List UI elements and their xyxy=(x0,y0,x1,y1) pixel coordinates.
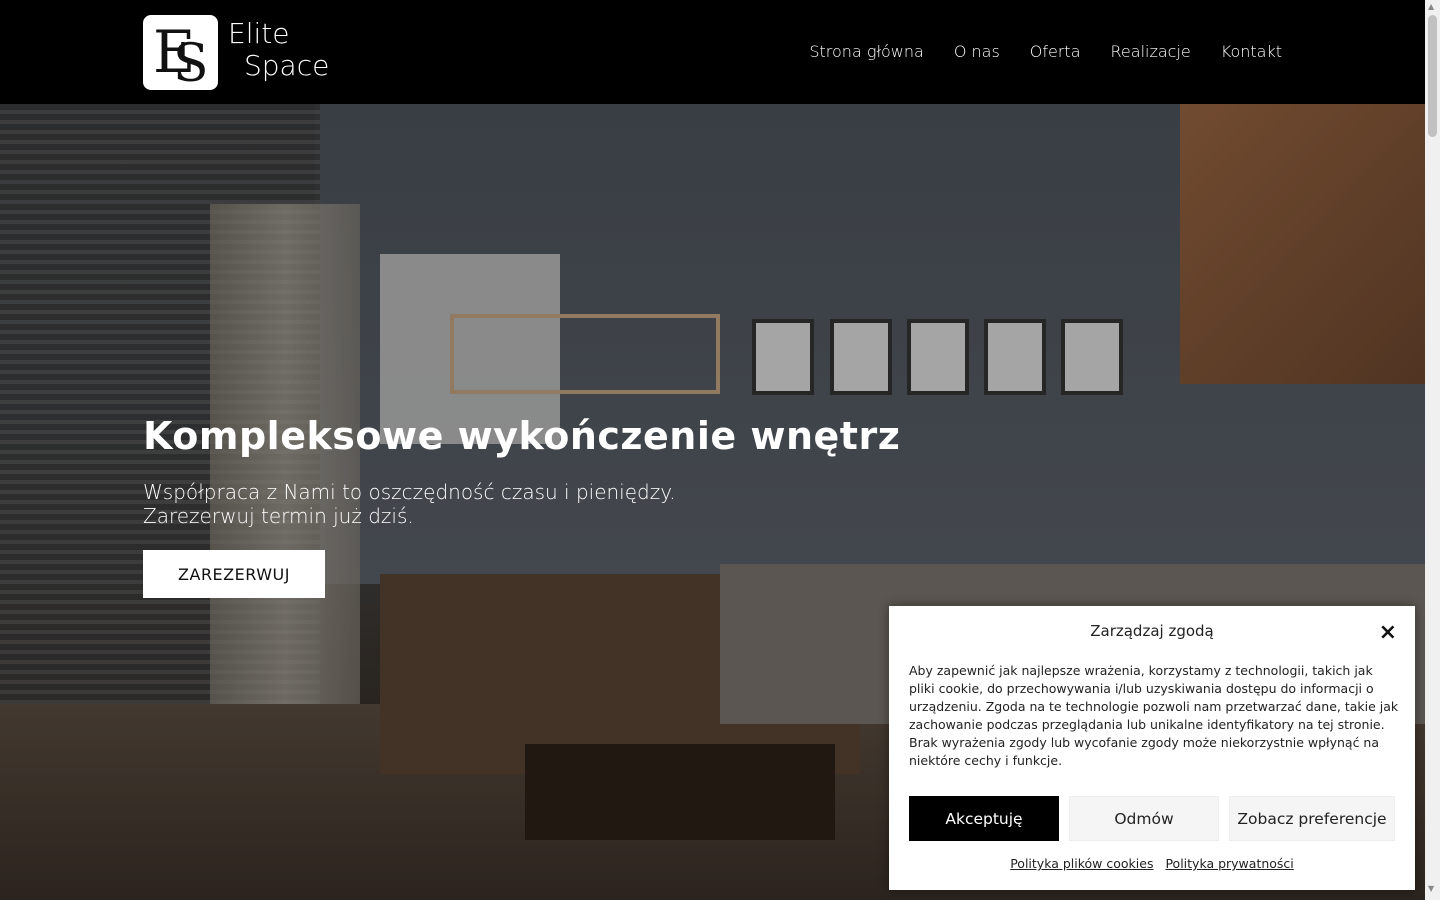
page-scrollbar[interactable]: ▲ ▼ xyxy=(1425,0,1440,900)
logo-text[interactable]: Elite Space xyxy=(228,18,329,82)
consent-text: Aby zapewnić jak najlepsze wrażenia, kor… xyxy=(909,663,1399,768)
logo-line2: Space xyxy=(244,49,330,82)
consent-links: Polityka plików cookies Polityka prywatn… xyxy=(889,856,1415,871)
nav-contact[interactable]: Kontakt xyxy=(1221,42,1282,61)
consent-buttons: Akceptuję Odmów Zobacz preferencje xyxy=(909,796,1395,841)
site-header: E S Elite Space Strona główna O nas Ofer… xyxy=(0,0,1425,104)
hero-subtitle-line1: Współpraca z Nami to oszczędność czasu i… xyxy=(143,480,676,504)
logo-line1: Elite xyxy=(228,17,290,50)
deny-button[interactable]: Odmów xyxy=(1069,796,1219,841)
scroll-down-icon[interactable]: ▼ xyxy=(1428,884,1434,893)
reserve-button[interactable]: ZAREZERWUJ xyxy=(143,550,325,598)
nav-home[interactable]: Strona główna xyxy=(809,42,923,61)
nav-offer[interactable]: Oferta xyxy=(1030,42,1081,61)
nav-projects[interactable]: Realizacje xyxy=(1111,42,1191,61)
nav-about[interactable]: O nas xyxy=(954,42,1000,61)
scroll-up-icon[interactable]: ▲ xyxy=(1428,2,1434,11)
close-icon[interactable]: × xyxy=(1379,620,1397,645)
logo-letter-s: S xyxy=(173,34,209,94)
hero-subtitle-line2: Zarezerwuj termin już dziś. xyxy=(143,504,414,528)
privacy-policy-link[interactable]: Polityka prywatności xyxy=(1165,856,1293,871)
consent-title: Zarządzaj zgodą xyxy=(1090,622,1214,640)
scrollbar-thumb[interactable] xyxy=(1428,15,1437,137)
consent-dialog: Zarządzaj zgodą × Aby zapewnić jak najle… xyxy=(889,606,1415,890)
logo-icon[interactable]: E S xyxy=(143,15,218,94)
hero-subtitle: Współpraca z Nami to oszczędność czasu i… xyxy=(143,480,763,528)
hero-title: Kompleksowe wykończenie wnętrz xyxy=(143,414,901,458)
main-nav: Strona główna O nas Oferta Realizacje Ko… xyxy=(809,42,1282,61)
accept-button[interactable]: Akceptuję xyxy=(909,796,1059,841)
preferences-button[interactable]: Zobacz preferencje xyxy=(1229,796,1395,841)
cookie-policy-link[interactable]: Polityka plików cookies xyxy=(1010,856,1153,871)
